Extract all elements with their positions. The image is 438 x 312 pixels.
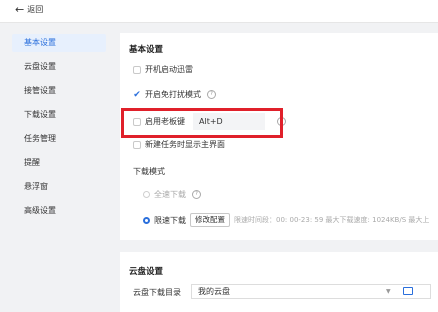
sidebar-item-advanced[interactable]: 高级设置	[12, 202, 106, 220]
section-title-cloud: 云盘设置	[129, 267, 164, 277]
sidebar-item-takeover[interactable]: 接管设置	[12, 82, 106, 100]
sidebar-item-floating[interactable]: 悬浮窗	[12, 178, 106, 196]
startup-checkbox[interactable]	[133, 65, 141, 74]
help-icon[interactable]: ?	[207, 90, 216, 99]
full-speed-label: 全速下载	[154, 190, 186, 199]
folder-icon[interactable]	[403, 287, 413, 295]
back-button[interactable]: ← 返回	[15, 3, 43, 17]
settings-sidebar: 基本设置 云盘设置 接管设置 下载设置 任务管理 提醒 悬浮窗 高级设置	[0, 23, 110, 307]
no-disturb-label: 开启免打扰模式	[145, 90, 201, 99]
cloud-dir-value: 我的云盘	[198, 287, 230, 296]
download-mode-title: 下载模式	[133, 167, 165, 176]
show-main-option[interactable]: 新建任务时显示主界面	[133, 139, 225, 150]
show-main-label: 新建任务时显示主界面	[145, 140, 225, 149]
limit-info: 限速时间段：00: 00-23: 59 最大下载速度: 1024KB/S 最大上	[234, 216, 430, 224]
limited-speed-label: 限速下载	[154, 215, 186, 225]
edit-config-button[interactable]: 修改配置	[190, 213, 230, 227]
top-bar: ← 返回	[0, 0, 438, 23]
startup-option[interactable]: 开机启动迅雷	[133, 64, 193, 75]
full-speed-option[interactable]: 全速下载 ?	[143, 189, 201, 200]
limited-speed-option[interactable]: 限速下载 修改配置 限速时间段：00: 00-23: 59 最大下载速度: 10…	[143, 213, 429, 227]
cloud-settings-panel: 云盘设置 云盘下载目录 我的云盘 ▼	[120, 252, 438, 312]
cloud-dir-select[interactable]: 我的云盘 ▼	[191, 284, 431, 299]
highlight-box	[121, 108, 283, 138]
sidebar-item-reminder[interactable]: 提醒	[12, 154, 106, 172]
cloud-dir-label: 云盘下载目录	[133, 288, 181, 297]
limited-speed-radio[interactable]	[143, 216, 150, 224]
chevron-down-icon[interactable]: ▼	[386, 285, 391, 298]
startup-label: 开机启动迅雷	[145, 65, 193, 74]
no-disturb-option[interactable]: ✔ 开启免打扰模式 ?	[133, 89, 216, 100]
sidebar-item-download[interactable]: 下载设置	[12, 106, 106, 124]
sidebar-item-basic[interactable]: 基本设置	[12, 34, 106, 52]
show-main-checkbox[interactable]	[133, 140, 141, 149]
back-arrow-icon: ←	[15, 3, 25, 16]
back-label: 返回	[27, 5, 44, 14]
section-title-basic: 基本设置	[129, 45, 164, 55]
sidebar-item-cloud[interactable]: 云盘设置	[12, 58, 106, 76]
sidebar-item-tasks[interactable]: 任务管理	[12, 130, 106, 148]
full-speed-radio[interactable]	[143, 191, 150, 198]
checkmark-icon[interactable]: ✔	[133, 90, 141, 100]
help-icon[interactable]: ?	[192, 190, 201, 199]
